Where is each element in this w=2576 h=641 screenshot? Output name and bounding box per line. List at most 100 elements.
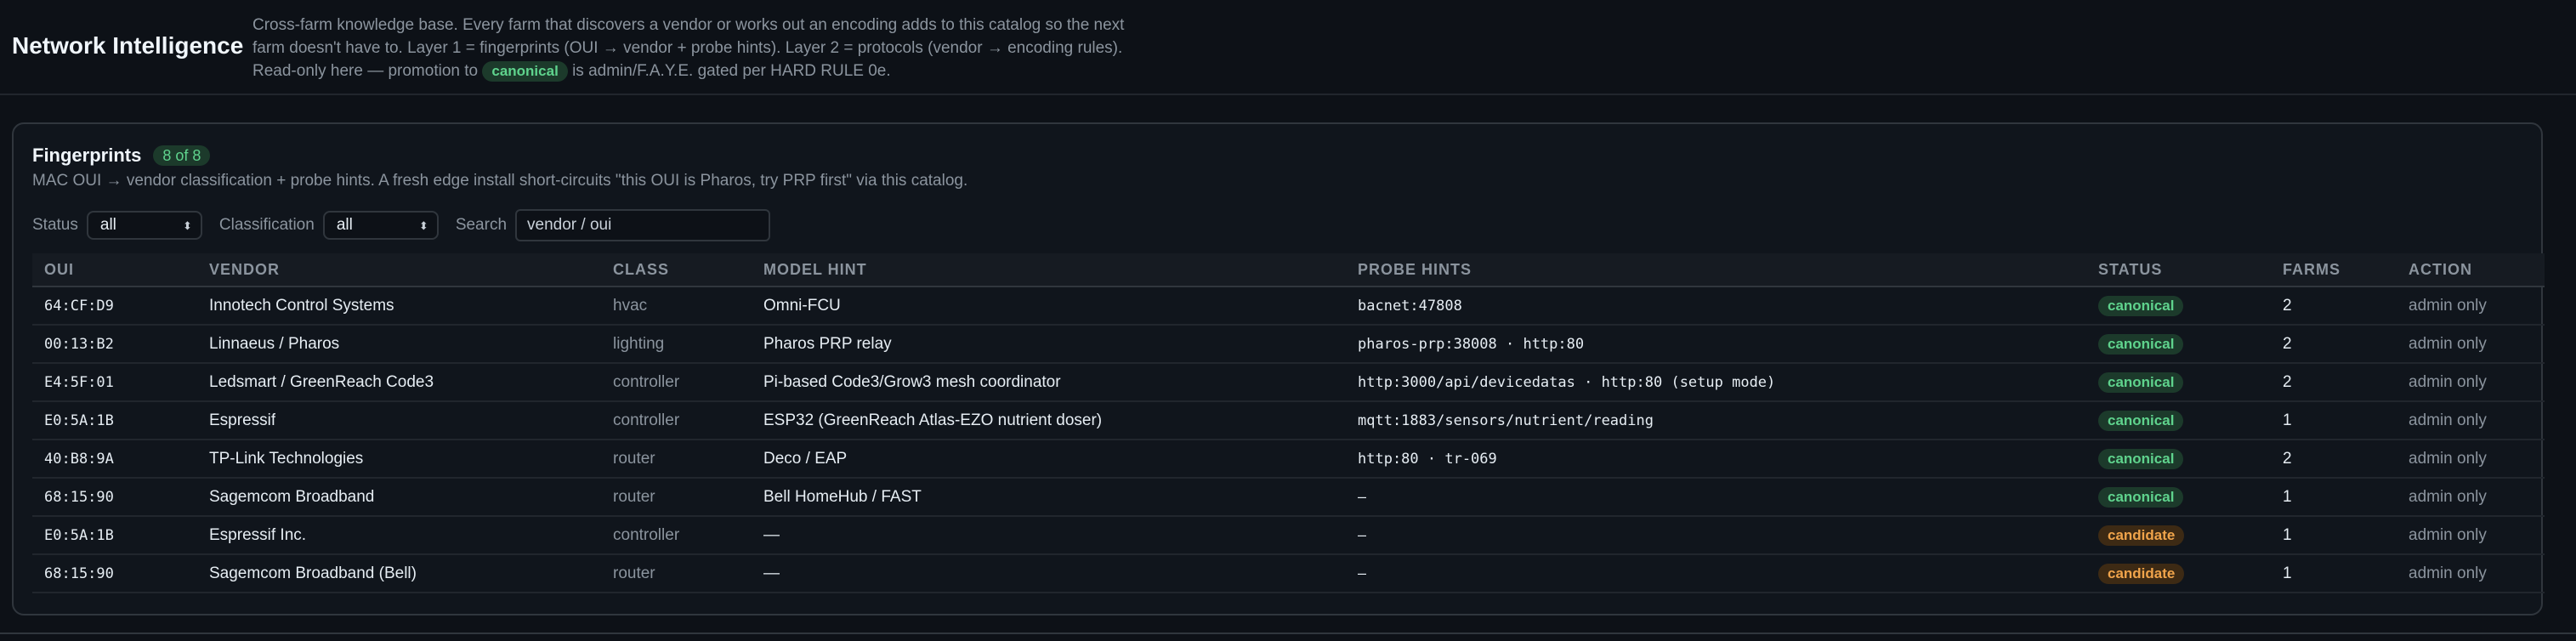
class-cell: router — [613, 564, 655, 582]
class-cell: lighting — [613, 334, 665, 353]
table-row[interactable]: E0:5A:1B Espressif Inc. controller — — candid… — [32, 517, 2545, 555]
description-line-1: Cross-farm knowledge base. Every farm th… — [252, 16, 1125, 34]
vendor-cell: Espressif — [209, 411, 276, 429]
column-header-probe-hints[interactable]: PROBE HINTS — [1358, 261, 1472, 279]
oui-cell: E0:5A:1B — [44, 526, 114, 544]
farms-cell: 1 — [2283, 564, 2292, 582]
vendor-cell: Linnaeus / Pharos — [209, 334, 340, 353]
page-description: Cross-farm knowledge base. Every farm th… — [252, 14, 1188, 82]
table-row[interactable]: 00:13:B2 Linnaeus / Pharos lighting Pharos … — [32, 326, 2545, 364]
class-cell: hvac — [613, 296, 648, 315]
farms-cell: 1 — [2283, 487, 2292, 506]
vendor-cell: Sagemcom Broadband (Bell) — [209, 564, 417, 582]
status-badge: canonical — [2098, 295, 2184, 316]
action-cell: admin only — [2409, 449, 2487, 468]
action-cell: admin only — [2409, 487, 2487, 506]
status-select-value: all — [99, 216, 116, 234]
classification-select[interactable]: all ⬍ — [322, 211, 439, 240]
table-row[interactable]: 68:15:90 Sagemcom Broadband (Bell) router —… — [32, 555, 2545, 593]
chevron-updown-icon: ⬍ — [182, 218, 192, 232]
status-cell: canonical — [2098, 372, 2184, 393]
classification-select-value: all — [336, 216, 353, 234]
probe-hints-cell: bacnet:47808 — [1358, 297, 1462, 315]
description-line-3-pre: Read-only here — promotion to — [252, 62, 479, 80]
search-label: Search — [455, 216, 508, 234]
status-badge: canonical — [2098, 372, 2184, 393]
action-cell: admin only — [2409, 372, 2487, 391]
probe-hints-cell: mqtt:1883/sensors/nutrient/reading — [1358, 411, 1654, 429]
action-cell: admin only — [2409, 525, 2487, 544]
probe-hints-cell: pharos-prp:38008 · http:80 — [1358, 335, 1585, 353]
oui-cell: 40:B8:9A — [44, 450, 114, 468]
classification-filter-label: Classification — [218, 216, 315, 234]
status-cell: canonical — [2098, 448, 2184, 469]
model-hint-cell: — — [763, 525, 780, 544]
class-cell: router — [613, 487, 655, 506]
page-title: Network Intelligence — [12, 32, 244, 59]
farms-cell: 2 — [2283, 372, 2292, 391]
next-panel-edge — [0, 632, 2576, 641]
model-hint-cell: ESP32 (GreenReach Atlas-EZO nutrient dos… — [763, 411, 1103, 429]
status-badge: canonical — [2098, 486, 2184, 508]
vendor-cell: TP-Link Technologies — [209, 449, 364, 468]
column-header-vendor[interactable]: VENDOR — [209, 261, 280, 279]
status-cell: canonical — [2098, 333, 2184, 355]
column-header-oui[interactable]: OUI — [44, 261, 74, 279]
column-header-farms[interactable]: FARMS — [2283, 261, 2341, 279]
action-cell: admin only — [2409, 411, 2487, 429]
status-cell: candidate — [2098, 563, 2185, 584]
model-hint-cell: — — [763, 564, 780, 582]
status-badge: canonical — [2098, 410, 2184, 431]
table-row[interactable]: 64:CF:D9 Innotech Control Systems hvac Omni… — [32, 287, 2545, 326]
panel-title: Fingerprints — [32, 145, 142, 166]
column-header-model-hint[interactable]: MODEL HINT — [763, 261, 867, 279]
class-cell: controller — [613, 372, 680, 391]
table-row[interactable]: E4:5F:01 Ledsmart / GreenReach Code3 contr… — [32, 364, 2545, 402]
class-cell: controller — [613, 525, 680, 544]
status-cell: canonical — [2098, 410, 2184, 431]
farms-cell: 2 — [2283, 296, 2292, 315]
probe-hints-cell: http:3000/api/devicedatas · http:80 (set… — [1358, 373, 1776, 391]
canonical-badge: canonical — [482, 61, 568, 82]
column-header-status[interactable]: STATUS — [2098, 261, 2162, 279]
probe-hints-cell: — — [1358, 526, 1367, 544]
probe-hints-cell: — — [1358, 564, 1367, 582]
count-badge: 8 of 8 — [153, 145, 211, 166]
panel-header: Fingerprints 8 of 8 — [32, 143, 211, 168]
model-hint-cell: Pi-based Code3/Grow3 mesh coordinator — [763, 372, 1061, 391]
table-row[interactable]: 40:B8:9A TP-Link Technologies router Deco /… — [32, 440, 2545, 479]
oui-cell: E0:5A:1B — [44, 411, 114, 429]
vendor-cell: Sagemcom Broadband — [209, 487, 375, 506]
model-hint-cell: Pharos PRP relay — [763, 334, 892, 353]
model-hint-cell: Omni-FCU — [763, 296, 841, 315]
farms-cell: 2 — [2283, 334, 2292, 353]
class-cell: router — [613, 449, 655, 468]
status-badge: candidate — [2098, 563, 2185, 584]
status-badge: canonical — [2098, 448, 2184, 469]
table-header: OUI VENDOR CLASS MODEL HINT PROBE HINTS … — [32, 253, 2545, 287]
model-hint-cell: Deco / EAP — [763, 449, 848, 468]
vendor-cell: Innotech Control Systems — [209, 296, 394, 315]
description-line-2: farm doesn't have to. Layer 1 = fingerpr… — [252, 39, 1123, 57]
chevron-updown-icon: ⬍ — [418, 218, 428, 232]
oui-cell: 00:13:B2 — [44, 335, 114, 353]
description-line-3-post: is admin/F.A.Y.E. gated per HARD RULE 0e… — [572, 62, 891, 80]
action-cell: admin only — [2409, 564, 2487, 582]
probe-hints-cell: http:80 · tr-069 — [1358, 450, 1497, 468]
status-badge: canonical — [2098, 333, 2184, 355]
action-cell: admin only — [2409, 334, 2487, 353]
model-hint-cell: Bell HomeHub / FAST — [763, 487, 922, 506]
status-select[interactable]: all ⬍ — [86, 211, 202, 240]
fingerprints-table: OUI VENDOR CLASS MODEL HINT PROBE HINTS … — [32, 253, 2545, 593]
table-row[interactable]: 68:15:90 Sagemcom Broadband router Bell Hom… — [32, 479, 2545, 517]
search-input[interactable] — [515, 209, 771, 241]
page-header: Network Intelligence Cross-farm knowledg… — [0, 0, 2576, 95]
description-line-3: Read-only here — promotion to canonical … — [252, 60, 1188, 82]
oui-cell: E4:5F:01 — [44, 373, 114, 391]
farms-cell: 2 — [2283, 449, 2292, 468]
panel-description: MAC OUI → vendor classification + probe … — [32, 172, 968, 190]
column-header-action: ACTION — [2409, 260, 2472, 278]
vendor-cell: Espressif Inc. — [209, 525, 307, 544]
table-row[interactable]: E0:5A:1B Espressif controller ESP32 (GreenR… — [32, 402, 2545, 440]
column-header-class[interactable]: CLASS — [613, 261, 669, 279]
